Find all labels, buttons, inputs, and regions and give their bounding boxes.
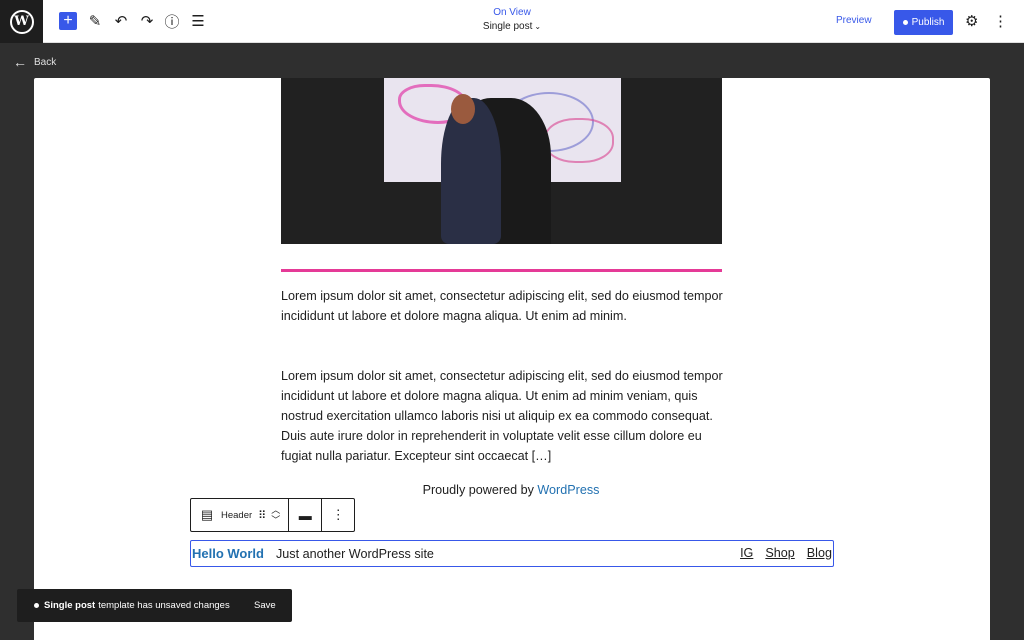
pencil-icon: ✎	[88, 13, 102, 30]
back-button[interactable]: ← Back	[13, 54, 56, 70]
editor-header: W + ✎ ↶ ↷ ⓘ ☰ On View Single post ⌄ Previ…	[0, 0, 1024, 43]
tools-button[interactable]: ✎	[85, 11, 105, 31]
block-options-button[interactable]: ⋮	[322, 499, 354, 531]
publish-button[interactable]: Publish	[894, 10, 953, 35]
wordpress-logo-button[interactable]: W	[0, 0, 43, 43]
list-view-icon: ☰	[191, 13, 205, 30]
wordpress-logo-icon: W	[9, 9, 34, 34]
template-title[interactable]: Single post ⌄	[412, 21, 612, 32]
powered-by-text: Proudly powered by	[422, 483, 538, 497]
template-part-icon: ▤	[200, 507, 214, 522]
featured-image[interactable]	[281, 78, 722, 244]
wordpress-link[interactable]: WordPress	[537, 483, 599, 497]
nav-item-shop[interactable]: Shop	[765, 546, 794, 560]
site-tagline[interactable]: Just another WordPress site	[276, 547, 434, 561]
chevron-down-icon[interactable]: ﹀	[271, 515, 280, 525]
snackbar-template-name: Single post	[44, 600, 96, 611]
drag-handle-icon[interactable]: ⠿	[258, 509, 266, 522]
publish-label: Publish	[911, 17, 945, 28]
navigation-block[interactable]: IG Shop Blog	[728, 546, 832, 560]
undo-button[interactable]: ↶	[111, 11, 131, 31]
undo-icon: ↶	[114, 13, 128, 30]
chevron-up-icon[interactable]: ︿	[271, 505, 280, 515]
redo-icon: ↷	[140, 13, 154, 30]
nav-item-blog[interactable]: Blog	[807, 546, 832, 560]
redo-button[interactable]: ↷	[137, 11, 157, 31]
plus-icon: +	[63, 12, 73, 29]
template-title-text: Single post	[482, 21, 533, 32]
options-icon: ⋮	[331, 507, 345, 522]
paragraph-block[interactable]: Lorem ipsum dolor sit amet, consectetur …	[281, 286, 726, 326]
settings-gear-icon[interactable]: ⚙	[965, 12, 978, 30]
header-template-part[interactable]: Hello World Just another WordPress site …	[190, 540, 834, 567]
block-type-label: Header	[221, 509, 253, 521]
editor-canvas[interactable]: Lorem ipsum dolor sit amet, consectetur …	[34, 78, 990, 640]
unsaved-changes-snackbar: Single post template has unsaved changes…	[17, 589, 292, 622]
preview-button[interactable]: Preview	[836, 15, 872, 26]
options-menu-icon[interactable]: ⋮	[993, 12, 1008, 30]
presenter-head	[451, 94, 475, 124]
nav-item-ig[interactable]: IG	[740, 546, 753, 560]
unsaved-dot-icon	[902, 20, 908, 25]
block-movers[interactable]: ︿ ﹀	[271, 505, 280, 525]
list-view-button[interactable]: ☰	[188, 11, 208, 31]
block-toolbar: ▤ Header ⠿ ︿ ﹀ ▬ ⋮	[190, 498, 356, 532]
document-title[interactable]: On View Single post ⌄	[412, 7, 612, 32]
site-title[interactable]: Hello World	[192, 546, 264, 561]
arrow-left-icon: ←	[13, 54, 27, 70]
save-button[interactable]: Save	[254, 600, 276, 611]
scribble	[544, 118, 614, 163]
bullet-icon	[34, 603, 39, 608]
details-button[interactable]: ⓘ	[162, 11, 182, 31]
chevron-down-icon: ⌄	[534, 22, 542, 31]
powered-by: Proudly powered by WordPress	[281, 483, 741, 497]
on-view-label: On View	[493, 7, 531, 18]
align-full-icon: ▬	[298, 507, 312, 523]
add-block-button[interactable]: +	[59, 12, 77, 30]
block-switcher[interactable]: ▤ Header ⠿ ︿ ﹀	[191, 499, 290, 531]
snackbar-message: template has unsaved changes	[98, 600, 230, 611]
paragraph-block[interactable]: Lorem ipsum dolor sit amet, consectetur …	[281, 366, 726, 466]
align-button[interactable]: ▬	[289, 499, 323, 531]
info-icon: ⓘ	[164, 13, 180, 31]
back-label: Back	[34, 56, 57, 68]
separator	[281, 269, 722, 272]
